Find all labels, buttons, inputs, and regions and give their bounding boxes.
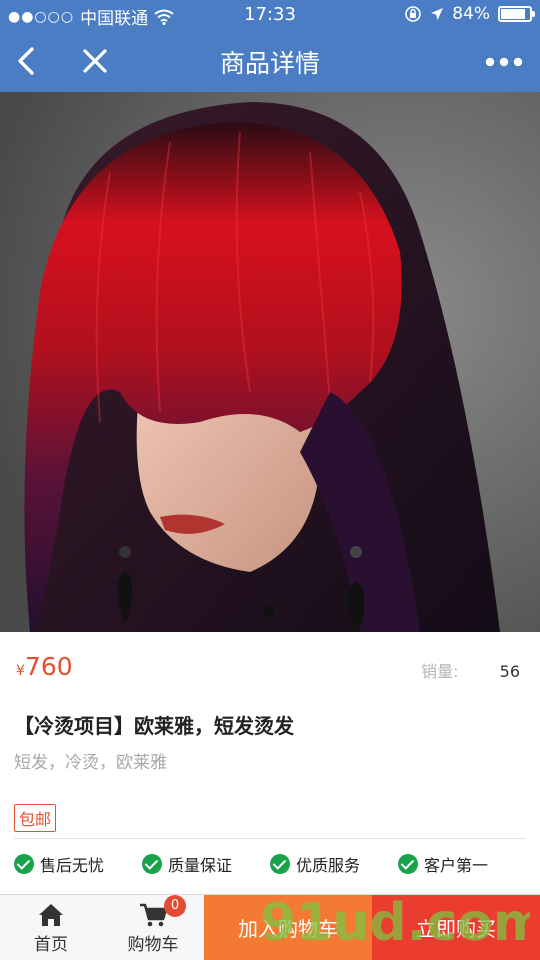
home-icon — [39, 904, 63, 926]
check-icon — [270, 854, 290, 874]
guarantee-label: 客户第一 — [424, 856, 489, 875]
product-title: 【冷烫项目】欧莱雅，短发烫发 — [14, 714, 294, 738]
cart-label: 购物车 — [127, 935, 179, 955]
price-amount: 760 — [24, 652, 73, 681]
gallery-pager-dot[interactable] — [264, 606, 275, 617]
guarantee-label: 售后无忧 — [40, 856, 105, 875]
buy-now-button[interactable]: 立即购买 — [372, 895, 540, 960]
battery-percent: 84% — [452, 4, 490, 24]
nav-bar: 商品详情 — [0, 30, 540, 92]
guarantee-item: 优质服务 — [270, 850, 398, 878]
guarantee-item: 客户第一 — [398, 850, 526, 878]
rotation-lock-icon — [405, 6, 422, 22]
currency-symbol: ¥ — [16, 663, 25, 679]
product-price: ¥760 — [16, 652, 73, 681]
guarantee-label: 质量保证 — [168, 856, 233, 875]
battery-level — [501, 9, 525, 19]
home-label: 首页 — [34, 935, 68, 955]
status-bar: ●●○○○ 中国联通 17:33 84% — [0, 0, 540, 30]
guarantee-item: 售后无忧 — [14, 850, 142, 878]
free-shipping-badge: 包邮 — [14, 804, 57, 832]
product-photo — [0, 92, 540, 632]
sales-count: 56 — [499, 662, 520, 681]
divider — [14, 838, 526, 839]
product-image[interactable] — [0, 92, 540, 632]
battery-icon — [498, 6, 535, 22]
status-right: 84% — [404, 4, 535, 24]
guarantee-item: 质量保证 — [142, 850, 270, 878]
cart-count-badge: 0 — [164, 895, 186, 917]
cart-icon — [140, 903, 168, 927]
location-arrow-icon — [431, 8, 444, 20]
add-to-cart-button[interactable]: 加入购物车 — [204, 895, 372, 960]
check-icon — [398, 854, 418, 874]
product-tags: 短发，冷烫，欧莱雅 — [14, 753, 167, 773]
check-icon — [14, 854, 34, 874]
sales-info: 销量: 56 — [421, 658, 520, 682]
guarantee-label: 优质服务 — [296, 856, 361, 875]
page-title: 商品详情 — [219, 49, 320, 78]
bottom-action-bar: 首页 0 购物车 加入购物车 立即购买 — [0, 894, 540, 960]
home-tab[interactable]: 首页 — [0, 895, 102, 960]
more-icon[interactable] — [484, 52, 524, 72]
check-icon — [142, 854, 162, 874]
sales-label: 销量: — [421, 662, 459, 681]
cart-tab[interactable]: 0 购物车 — [102, 895, 204, 960]
guarantee-list: 售后无忧 质量保证 优质服务 客户第一 — [14, 850, 526, 878]
